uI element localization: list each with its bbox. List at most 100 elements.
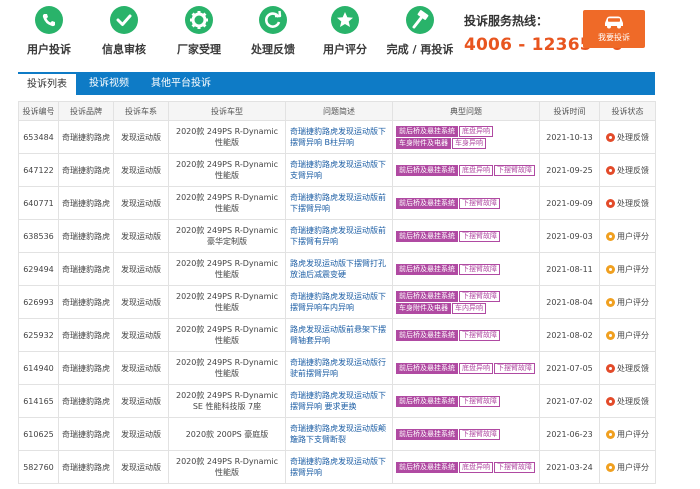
- tab-other-platforms[interactable]: 其他平台投诉: [142, 72, 220, 95]
- problem-tag[interactable]: 下摆臂故障: [459, 396, 500, 407]
- table-row[interactable]: 610625 奇瑞捷豹路虎 发现运动版 2020款 200PS 豪庭版 奇瑞捷豹路虎发现…: [18, 417, 656, 451]
- problem-tag[interactable]: 底盘异响: [459, 363, 493, 374]
- table-row[interactable]: 582760 奇瑞捷豹路虎 发现运动版 2020款 249PS R-Dynamic 性…: [18, 450, 656, 484]
- cell-status: 处理反馈: [599, 153, 656, 187]
- cell-date: 2021-07-02: [539, 384, 600, 418]
- cell-desc[interactable]: 奇瑞捷豹路虎发现运动版颠簸路下支臂断裂: [285, 417, 393, 451]
- cell-desc[interactable]: 奇瑞捷豹路虎发现运动版下支臂异响: [285, 153, 393, 187]
- tab-bar: 投诉列表 投诉视频 其他平台投诉: [18, 72, 655, 95]
- star-icon: [331, 6, 359, 34]
- problem-tag[interactable]: 下摆臂故障: [494, 462, 535, 473]
- problem-tag[interactable]: 前后桥及悬挂系统: [396, 291, 458, 302]
- problem-tag[interactable]: 下摆臂故障: [459, 264, 500, 275]
- cell-desc[interactable]: 奇瑞捷豹路虎发现运动版行驶前摆臂异响: [285, 351, 393, 385]
- problem-tag[interactable]: 前后桥及悬挂系统: [396, 264, 458, 275]
- step-done-recomplain: 完成 / 再投诉: [383, 6, 457, 57]
- status-icon: [606, 396, 615, 406]
- cell-series: 发现运动版: [113, 252, 169, 286]
- cell-desc[interactable]: 路虎发现运动版前悬架下摆臂轴套异响: [285, 318, 393, 352]
- cell-status: 用户评分: [599, 450, 656, 484]
- problem-tag[interactable]: 车身附件及电器: [396, 303, 451, 314]
- header-id: 投诉编号: [18, 101, 59, 121]
- refresh-icon: [259, 6, 287, 34]
- cell-id: 653484: [18, 120, 59, 154]
- table-row[interactable]: 625932 奇瑞捷豹路虎 发现运动版 2020款 249PS R-Dynamic 性…: [18, 318, 656, 352]
- problem-tag[interactable]: 前后桥及悬挂系统: [396, 462, 458, 473]
- step-label: 信息审核: [102, 43, 146, 56]
- problem-tag[interactable]: 下摆臂故障: [494, 165, 535, 176]
- cell-brand: 奇瑞捷豹路虎: [58, 186, 114, 220]
- cell-series: 发现运动版: [113, 318, 169, 352]
- problem-tag[interactable]: 前后桥及悬挂系统: [396, 126, 458, 137]
- cell-typical-problems: 前后桥及悬挂系统 下摆臂故障: [392, 318, 540, 352]
- problem-tag[interactable]: 下摆臂故障: [494, 363, 535, 374]
- cell-status: 用户评分: [599, 252, 656, 286]
- cell-desc[interactable]: 奇瑞捷豹路虎发现运动版下摆臂异响车内异响: [285, 285, 393, 319]
- cell-model: 2020款 249PS R-Dynamic 性能版: [168, 285, 286, 319]
- status-icon: [606, 363, 615, 373]
- table-row[interactable]: 626993 奇瑞捷豹路虎 发现运动版 2020款 249PS R-Dynamic 性…: [18, 285, 656, 319]
- problem-tag[interactable]: 前后桥及悬挂系统: [396, 231, 458, 242]
- cell-typical-problems: 前后桥及悬挂系统 下摆臂故障: [392, 186, 540, 220]
- cell-brand: 奇瑞捷豹路虎: [58, 384, 114, 418]
- problem-tag[interactable]: 前后桥及悬挂系统: [396, 363, 458, 374]
- hotline-number: 4006 - 12365 - 0: [464, 35, 624, 55]
- problem-tag[interactable]: 下摆臂故障: [459, 429, 500, 440]
- problem-tag[interactable]: 底盘异响: [459, 165, 493, 176]
- cell-desc[interactable]: 路虎发现运动版下摆臂打孔放油后减震变硬: [285, 252, 393, 286]
- cell-brand: 奇瑞捷豹路虎: [58, 153, 114, 187]
- header-model: 投诉车型: [168, 101, 286, 121]
- problem-tag[interactable]: 前后桥及悬挂系统: [396, 429, 458, 440]
- problem-tag[interactable]: 车身附件及电器: [396, 138, 451, 149]
- cell-date: 2021-08-11: [539, 252, 600, 286]
- cell-desc[interactable]: 奇瑞捷豹路虎发现运动版前下摆臂有异响: [285, 219, 393, 253]
- cell-desc[interactable]: 奇瑞捷豹路虎发现运动版前下摆臂异响: [285, 186, 393, 220]
- table-row[interactable]: 640771 奇瑞捷豹路虎 发现运动版 2020款 249PS R-Dynamic 性…: [18, 186, 656, 220]
- status-icon: [606, 165, 615, 175]
- table-row[interactable]: 653484 奇瑞捷豹路虎 发现运动版 2020款 249PS R-Dynamic 性…: [18, 120, 656, 154]
- table-row[interactable]: 647122 奇瑞捷豹路虎 发现运动版 2020款 249PS R-Dynamic 性…: [18, 153, 656, 187]
- step-user-rating: 用户评分: [308, 6, 382, 57]
- cell-series: 发现运动版: [113, 186, 169, 220]
- cell-id: 647122: [18, 153, 59, 187]
- cell-typical-problems: 前后桥及悬挂系统 下摆臂故障车身附件及电器 车内异响: [392, 285, 540, 319]
- step-user-complaint: 用户投诉: [12, 6, 86, 57]
- cell-id: 629494: [18, 252, 59, 286]
- table-row[interactable]: 638536 奇瑞捷豹路虎 发现运动版 2020款 249PS R-Dynamic 豪…: [18, 219, 656, 253]
- complain-button[interactable]: 我要投诉: [583, 10, 645, 48]
- status-text: 用户评分: [617, 330, 649, 340]
- tab-complaint-video[interactable]: 投诉视频: [80, 72, 138, 95]
- cell-typical-problems: 前后桥及悬挂系统 下摆臂故障: [392, 384, 540, 418]
- cell-model: 2020款 249PS R-Dynamic 性能版: [168, 120, 286, 154]
- cell-desc[interactable]: 奇瑞捷豹路虎发现运动版下摆臂异响: [285, 450, 393, 484]
- problem-tag[interactable]: 下摆臂故障: [459, 231, 500, 242]
- table-row[interactable]: 614165 奇瑞捷豹路虎 发现运动版 2020款 249PS R-Dynamic S…: [18, 384, 656, 418]
- cell-desc[interactable]: 奇瑞捷豹路虎发现运动版下摆臂异响 要求更换: [285, 384, 393, 418]
- problem-tag[interactable]: 底盘异响: [459, 126, 493, 137]
- status-text: 用户评分: [617, 231, 649, 241]
- problem-tag[interactable]: 底盘异响: [459, 462, 493, 473]
- problem-tag[interactable]: 前后桥及悬挂系统: [396, 396, 458, 407]
- cell-desc[interactable]: 奇瑞捷豹路虎发现运动版下摆臂异响 B柱异响: [285, 120, 393, 154]
- problem-tag[interactable]: 车身异响: [452, 138, 486, 149]
- cell-status: 处理反馈: [599, 384, 656, 418]
- status-icon: [606, 198, 615, 208]
- table-row[interactable]: 614940 奇瑞捷豹路虎 发现运动版 2020款 249PS R-Dynamic 性…: [18, 351, 656, 385]
- process-steps: 用户投诉 信息审核 厂家受理 处理反馈 用户评分 完成 / 再投诉 投诉服务热线…: [0, 0, 700, 66]
- cell-id: 638536: [18, 219, 59, 253]
- table-row[interactable]: 629494 奇瑞捷豹路虎 发现运动版 2020款 249PS R-Dynamic 性…: [18, 252, 656, 286]
- cell-brand: 奇瑞捷豹路虎: [58, 417, 114, 451]
- problem-tag[interactable]: 下摆臂故障: [459, 198, 500, 209]
- cell-model: 2020款 249PS R-Dynamic 性能版: [168, 252, 286, 286]
- problem-tag[interactable]: 下摆臂故障: [459, 330, 500, 341]
- problem-tag[interactable]: 车内异响: [452, 303, 486, 314]
- problem-tag[interactable]: 前后桥及悬挂系统: [396, 330, 458, 341]
- status-text: 处理反馈: [617, 198, 649, 208]
- problem-tag[interactable]: 前后桥及悬挂系统: [396, 165, 458, 176]
- status-icon: [606, 330, 615, 340]
- problem-tag[interactable]: 下摆臂故障: [459, 291, 500, 302]
- status-text: 用户评分: [617, 264, 649, 274]
- tab-complaint-list[interactable]: 投诉列表: [18, 72, 76, 95]
- problem-tag[interactable]: 前后桥及悬挂系统: [396, 198, 458, 209]
- cell-brand: 奇瑞捷豹路虎: [58, 450, 114, 484]
